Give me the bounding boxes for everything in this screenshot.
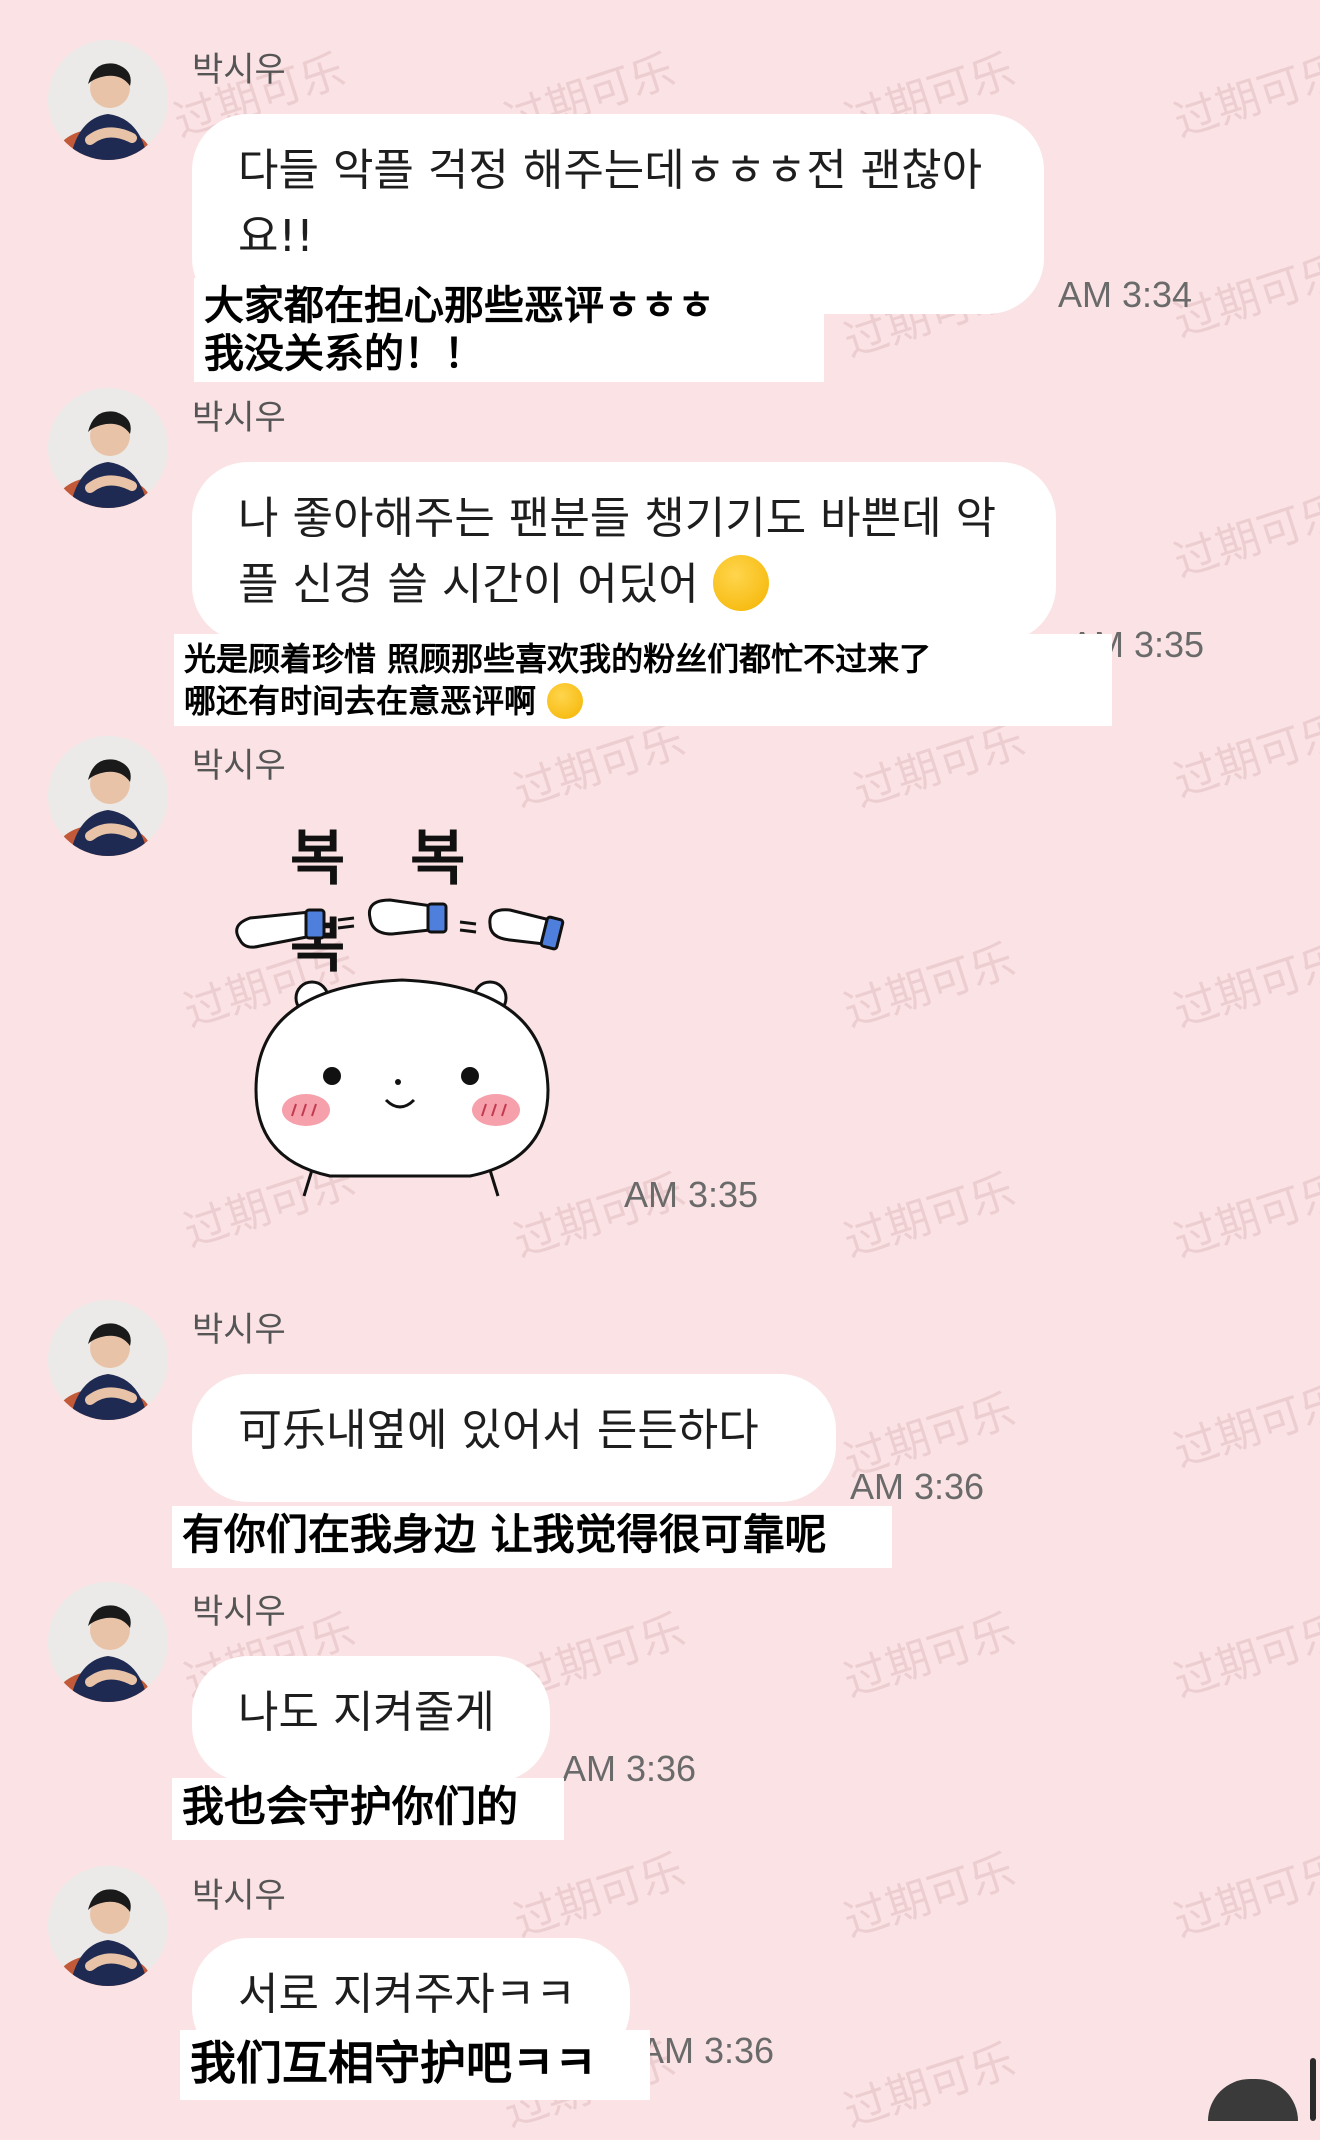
avatar[interactable] bbox=[48, 388, 168, 508]
message-text-line: 다들 악플 걱정 해주는데ㅎㅎㅎ전 괜찮아 bbox=[238, 145, 983, 196]
subtitle-caption: 光是顾着珍惜 照顾那些喜欢我的粉丝们都忙不过来了 哪还有时间去在意恶评啊 bbox=[174, 634, 1112, 726]
scrollbar[interactable] bbox=[1310, 2058, 1316, 2121]
message-text-line: 나도 지켜줄게 bbox=[238, 1687, 495, 1738]
subtitle-text: 哪还有时间去在意恶评啊 bbox=[184, 682, 537, 720]
avatar[interactable] bbox=[48, 40, 168, 160]
message-text-line: 요!! bbox=[238, 211, 314, 262]
watermark: 过期可乐 bbox=[1167, 1844, 1320, 1948]
subtitle-line: 大家都在担心那些恶评ㅎㅎㅎ bbox=[204, 283, 715, 329]
sender-name: 박시우 bbox=[192, 1310, 286, 1350]
message-time: AM 3:34 bbox=[1058, 274, 1193, 315]
subtitle-line: 我们互相守护吧ㅋㅋ bbox=[190, 2036, 597, 2090]
sender-name: 박시우 bbox=[192, 1592, 286, 1632]
subtitle-caption: 大家都在担心那些恶评ㅎㅎㅎ 我没关系的！！ bbox=[194, 278, 824, 382]
avatar[interactable] bbox=[48, 736, 168, 856]
message-time: AM 3:36 bbox=[562, 1748, 697, 1789]
message-bubble[interactable]: 可乐내옆에 있어서 든든하다 bbox=[192, 1374, 836, 1502]
subtitle-caption: 我也会守护你们的 bbox=[172, 1778, 564, 1840]
scroll-to-bottom-button[interactable] bbox=[1208, 2079, 1298, 2121]
subtitle-line: 我也会守护你们的 bbox=[182, 1782, 519, 1831]
message-time: AM 3:36 bbox=[850, 1466, 985, 1507]
watermark: 过期可乐 bbox=[1167, 934, 1320, 1038]
watermark: 过期可乐 bbox=[1167, 1164, 1320, 1268]
message-text-line: 서로 지켜주자ㅋㅋ bbox=[238, 1969, 576, 2020]
message-bubble[interactable]: 나도 지켜줄게 bbox=[192, 1656, 550, 1782]
watermark: 过期可乐 bbox=[1167, 704, 1320, 808]
message-text-line: 可乐내옆에 있어서 든든하다 bbox=[238, 1405, 759, 1456]
watermark: 过期可乐 bbox=[837, 934, 1021, 1038]
message-text: 플 신경 쓸 시간이 어딨어 bbox=[238, 559, 699, 610]
avatar[interactable] bbox=[48, 1300, 168, 1420]
hand-over-mouth-emoji bbox=[712, 555, 769, 611]
message-text-line: 나 좋아해주는 팬분들 챙기기도 바쁜데 악 bbox=[238, 493, 997, 544]
watermark: 过期可乐 bbox=[837, 1844, 1021, 1948]
watermark: 过期可乐 bbox=[837, 1164, 1021, 1268]
message-time: AM 3:36 bbox=[640, 2030, 775, 2071]
message-time: AM 3:35 bbox=[624, 1174, 759, 1215]
sender-name: 박시우 bbox=[192, 50, 286, 90]
sender-name: 박시우 bbox=[192, 398, 286, 438]
subtitle-line: 光是顾着珍惜 照顾那些喜欢我的粉丝们都忙不过来了 bbox=[184, 640, 932, 678]
avatar[interactable] bbox=[48, 1582, 168, 1702]
sender-name: 박시우 bbox=[192, 1876, 286, 1916]
avatar[interactable] bbox=[48, 1866, 168, 1986]
watermark: 过期可乐 bbox=[507, 1844, 691, 1948]
watermark: 过期可乐 bbox=[837, 2034, 1021, 2138]
subtitle-line: 有你们在我身边 让我觉得很可靠呢 bbox=[182, 1510, 827, 1559]
subtitle-caption: 我们互相守护吧ㅋㅋ bbox=[180, 2030, 650, 2100]
watermark: 过期可乐 bbox=[1167, 484, 1320, 588]
hand-over-mouth-emoji bbox=[547, 683, 584, 719]
message-bubble[interactable]: 나 좋아해주는 팬분들 챙기기도 바쁜데 악 플 신경 쓸 시간이 어딨어 bbox=[192, 462, 1056, 642]
sender-name: 박시우 bbox=[192, 746, 286, 786]
watermark: 过期可乐 bbox=[1167, 44, 1320, 148]
white-bear-pat-sticker[interactable]: 복 복 복 bbox=[220, 800, 600, 1200]
subtitle-caption: 有你们在我身边 让我觉得很可靠呢 bbox=[172, 1506, 892, 1568]
watermark: 过期可乐 bbox=[837, 1604, 1021, 1708]
subtitle-line: 哪还有时间去在意恶评啊 bbox=[184, 680, 1102, 722]
watermark: 过期可乐 bbox=[1167, 1604, 1320, 1708]
watermark: 过期可乐 bbox=[1167, 1374, 1320, 1478]
subtitle-line: 我没关系的！！ bbox=[204, 331, 484, 377]
message-text-line: 플 신경 쓸 시간이 어딨어 bbox=[238, 552, 1010, 618]
